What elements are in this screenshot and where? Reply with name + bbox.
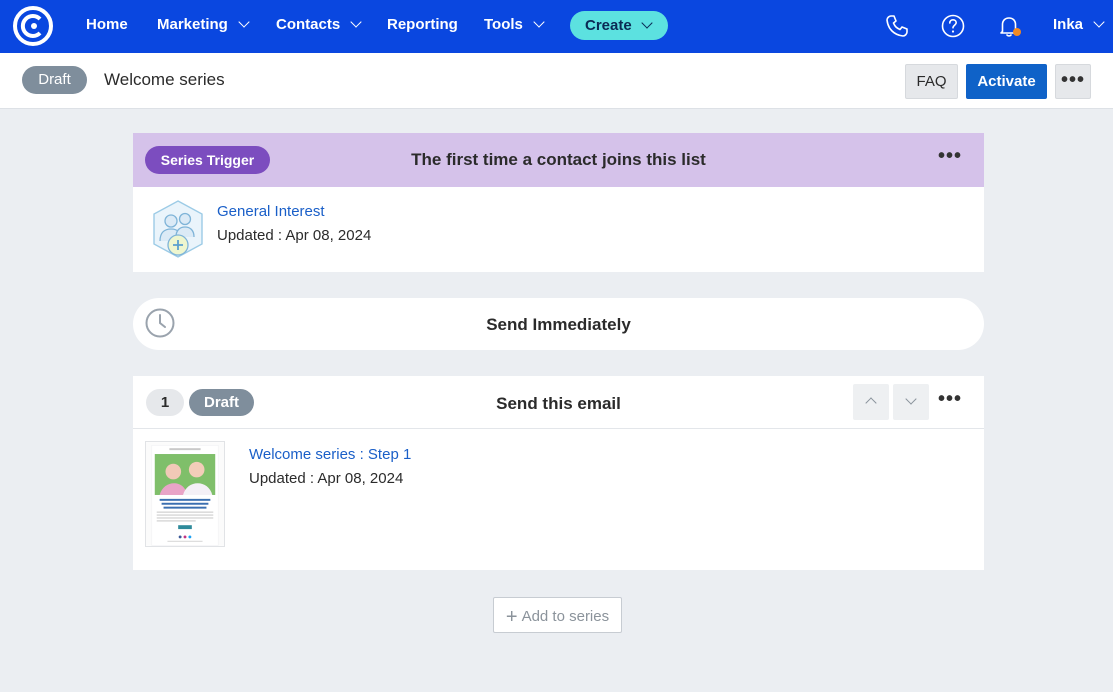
create-button[interactable]: Create — [570, 11, 668, 40]
chevron-down-icon — [533, 16, 545, 28]
send-timing-title: Send Immediately — [486, 315, 631, 334]
plus-icon: + — [505, 606, 518, 628]
activate-button[interactable]: Activate — [966, 64, 1047, 99]
add-to-series-button[interactable]: + Add to series — [493, 597, 622, 633]
move-up-button[interactable] — [853, 384, 889, 420]
chevron-down-icon — [641, 17, 653, 29]
email-thumbnail[interactable] — [145, 441, 225, 547]
nav-tools-label: Tools — [484, 16, 523, 33]
nav-tools[interactable]: Tools — [484, 0, 545, 53]
email-link[interactable]: Welcome series : Step 1 — [249, 446, 411, 463]
move-down-button[interactable] — [893, 384, 929, 420]
email-step-header: 1 Draft Send this email ••• — [133, 376, 984, 429]
chevron-down-icon — [238, 16, 250, 28]
page-header: Draft Welcome series FAQ Activate ••• — [0, 53, 1113, 109]
nav-contacts[interactable]: Contacts — [276, 0, 362, 53]
contact-list-icon — [153, 200, 203, 258]
nav-home-label: Home — [86, 16, 128, 33]
contact-list-link[interactable]: General Interest — [217, 203, 325, 220]
trigger-header: Series Trigger The first time a contact … — [133, 133, 984, 187]
nav-home[interactable]: Home — [86, 0, 128, 53]
nav-reporting-label: Reporting — [387, 16, 458, 33]
user-menu[interactable]: Inka — [1053, 0, 1105, 53]
chevron-down-icon — [905, 393, 917, 405]
create-button-label: Create — [585, 17, 632, 34]
more-dots-icon: ••• — [1060, 69, 1085, 91]
nav-contacts-label: Contacts — [276, 16, 341, 33]
faq-button[interactable]: FAQ — [905, 64, 958, 99]
phone-icon[interactable] — [884, 13, 910, 39]
user-name: Inka — [1053, 16, 1084, 33]
email-updated-date: Updated : Apr 08, 2024 — [249, 470, 404, 487]
more-options-button[interactable]: ••• — [1055, 64, 1091, 99]
trigger-title: The first time a contact joins this list — [411, 150, 706, 169]
list-updated-date: Updated : Apr 08, 2024 — [217, 227, 372, 244]
constant-contact-logo-icon[interactable] — [12, 5, 54, 47]
status-badge: Draft — [22, 66, 87, 94]
trigger-more-button[interactable]: ••• — [935, 145, 965, 168]
help-icon[interactable] — [940, 13, 966, 39]
email-step-card: 1 Draft Send this email ••• Welcome seri… — [133, 376, 984, 570]
email-step-more-button[interactable]: ••• — [935, 388, 965, 411]
page-title[interactable]: Welcome series — [104, 70, 225, 90]
notification-dot — [1013, 28, 1021, 36]
top-navigation: Home Marketing Contacts Reporting Tools … — [0, 0, 1113, 53]
nav-marketing[interactable]: Marketing — [157, 0, 250, 53]
series-trigger-card: Series Trigger The first time a contact … — [133, 133, 984, 272]
send-timing-card[interactable]: Send Immediately — [133, 298, 984, 350]
nav-marketing-label: Marketing — [157, 16, 228, 33]
chevron-down-icon — [1093, 16, 1105, 28]
nav-reporting[interactable]: Reporting — [387, 0, 458, 53]
chevron-up-icon — [865, 397, 877, 409]
add-to-series-label: Add to series — [521, 608, 610, 625]
chevron-down-icon — [350, 16, 362, 28]
